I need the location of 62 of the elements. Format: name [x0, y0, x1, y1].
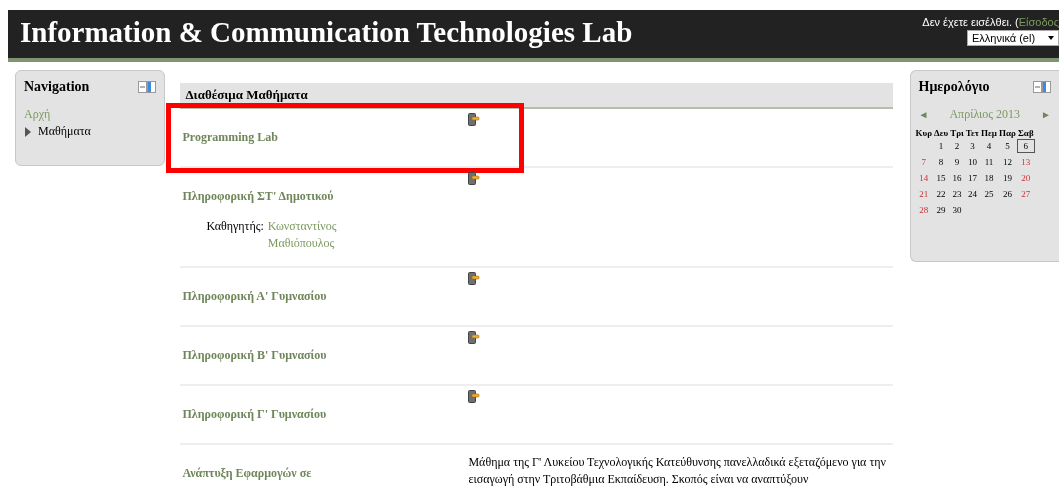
calendar-day[interactable]: 22: [935, 189, 948, 199]
calendar-day[interactable]: 14: [917, 173, 930, 183]
calendar-day[interactable]: 12: [1001, 157, 1014, 167]
calendar-day[interactable]: 10: [966, 157, 979, 167]
calendar-day[interactable]: 15: [935, 173, 948, 183]
calendar-day[interactable]: 2: [951, 141, 963, 151]
calendar-day[interactable]: 1: [935, 141, 948, 151]
calendar-day[interactable]: 18: [983, 173, 995, 183]
login-status: Δεν έχετε εισέλθει. (: [922, 16, 1019, 28]
calendar-day[interactable]: 11: [983, 157, 995, 167]
calendar-day[interactable]: 28: [917, 205, 930, 215]
key-door-icon[interactable]: [468, 172, 481, 185]
weekday-header: Σαβ: [1017, 128, 1035, 138]
course-link[interactable]: Programming Lab: [182, 130, 278, 144]
teacher-label: Καθηγητής:: [206, 218, 264, 235]
calendar-day[interactable]: 16: [951, 173, 963, 183]
calendar-day[interactable]: 6: [1016, 139, 1035, 153]
weekday-header: Πεμ: [980, 128, 998, 138]
nav-item[interactable]: Μαθήματα: [38, 124, 91, 139]
calendar-day[interactable]: 26: [1001, 189, 1014, 199]
calendar-day[interactable]: 19: [1001, 173, 1014, 183]
weekday-header: Τρι: [949, 128, 965, 138]
calendar-day[interactable]: 3: [966, 141, 979, 151]
weekday-header: Παρ: [997, 128, 1017, 138]
month-title: Απρίλιος 2013: [949, 107, 1021, 122]
calendar-day[interactable]: 8: [935, 157, 948, 167]
calendar-day[interactable]: 23: [951, 189, 963, 199]
calendar-day[interactable]: 30: [951, 205, 963, 215]
block-title: Ημερολόγιο: [918, 79, 990, 95]
calendar-day[interactable]: 27: [1019, 189, 1032, 199]
weekday-header: Δευ: [933, 128, 950, 138]
calendar-day[interactable]: 7: [917, 157, 930, 167]
calendar-day[interactable]: 9: [951, 157, 963, 167]
caret-icon: [1048, 36, 1054, 40]
course-link[interactable]: Πληροφορική Α' Γυμνασίου: [182, 289, 327, 303]
dock-icon[interactable]: [138, 81, 157, 93]
site-title: Information & Communication Technologies Lab: [20, 16, 633, 49]
block-title: Navigation: [24, 79, 90, 95]
calendar-day[interactable]: 13: [1019, 157, 1032, 167]
course-description: Μάθημα της Γ' Λυκείου Τεχνολογικής Κατεύθυνσης πανελλαδικά εξεταζόμενο για την εισαγωγή στην Τριτοβάθμια Εκπαίδευση. Σκοπός είναι να αναπτύξουν: [468, 454, 887, 488]
login-link[interactable]: Είσοδος: [1018, 16, 1059, 28]
weekday-header: Κυρ: [914, 128, 934, 138]
key-door-icon[interactable]: [468, 272, 481, 285]
course-link[interactable]: Πληροφορική ΣΤ' Δημοτικού: [182, 189, 334, 203]
course-link[interactable]: Πληροφορική Β' Γυμνασίου: [182, 348, 327, 362]
key-door-icon[interactable]: [468, 390, 481, 403]
key-door-icon[interactable]: [468, 331, 481, 344]
dock-icon[interactable]: [1033, 81, 1051, 93]
calendar-day[interactable]: 25: [983, 189, 995, 199]
calendar-day[interactable]: 29: [935, 205, 948, 215]
calendar-day[interactable]: 21: [917, 189, 930, 199]
calendar-day[interactable]: 20: [1019, 173, 1032, 183]
key-door-icon[interactable]: [468, 113, 481, 126]
calendar-day[interactable]: 4: [983, 141, 995, 151]
collapsed-arrow-icon[interactable]: [24, 126, 32, 137]
calendar-day[interactable]: 17: [966, 173, 979, 183]
calendar-day[interactable]: 24: [966, 189, 979, 199]
course-link[interactable]: Πληροφορική Γ' Γυμνασίου: [182, 407, 327, 421]
course-link[interactable]: Ανάπτυξη Εφαρμογών σε: [182, 466, 312, 480]
language-select[interactable]: Ελληνικά (el): [967, 30, 1059, 46]
weekday-header: Τετ: [964, 128, 980, 138]
calendar-day[interactable]: 5: [1001, 141, 1014, 151]
